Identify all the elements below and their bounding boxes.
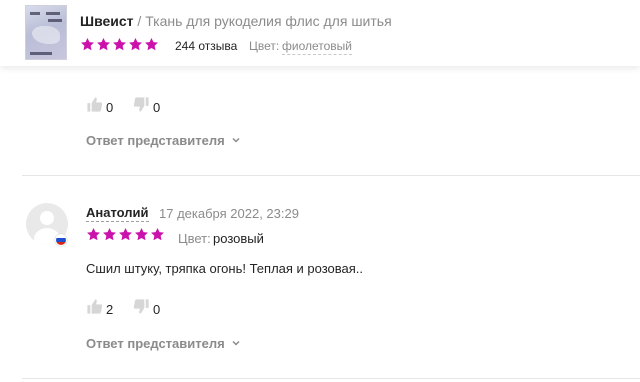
product-header: Швеист / Ткань для рукоделия флис для ши… [0, 0, 640, 66]
representative-reply-toggle[interactable]: Ответ представителя [86, 133, 241, 148]
dislike-count: 0 [153, 99, 161, 115]
thumbs-down-icon [133, 298, 150, 320]
thumbs-up-icon [86, 96, 103, 118]
dislike-button[interactable]: 0 [133, 96, 160, 118]
star-icon [145, 37, 158, 51]
star-icon [97, 37, 110, 51]
star-icon [151, 227, 164, 241]
like-button[interactable]: 2 [86, 298, 113, 320]
thumbs-up-icon [86, 298, 103, 320]
product-color-value[interactable]: фиолетовый [282, 39, 353, 55]
review-color-value: розовый [213, 231, 264, 246]
like-count: 0 [106, 99, 114, 115]
reply-toggle-label: Ответ представителя [86, 133, 225, 148]
thumbs-down-icon [133, 96, 150, 118]
review-author[interactable]: Анатолий [86, 205, 149, 222]
representative-reply-toggle[interactable]: Ответ представителя [86, 336, 241, 351]
star-icon [87, 227, 100, 241]
product-title: Ткань для рукоделия флис для шитья [145, 13, 392, 29]
like-button[interactable]: 0 [86, 96, 113, 118]
chevron-down-icon [231, 133, 241, 148]
star-icon [119, 227, 132, 241]
reply-toggle-label: Ответ представителя [86, 336, 225, 351]
review-date: 17 декабря 2022, 23:29 [159, 206, 299, 221]
like-count: 2 [106, 301, 114, 317]
star-icon [113, 37, 126, 51]
brand-name[interactable]: Швеист [80, 13, 134, 29]
star-icon [129, 37, 142, 51]
russia-flag-icon [55, 234, 67, 246]
star-icon [103, 227, 116, 241]
product-rating-stars [80, 37, 159, 52]
review-divider [22, 175, 640, 176]
product-color-label: Цвет: [249, 39, 280, 53]
star-icon [81, 37, 94, 51]
reviews-count[interactable]: 244 отзыва [175, 39, 237, 53]
product-title-line: Швеист / Ткань для рукоделия флис для ши… [80, 13, 392, 29]
dislike-button[interactable]: 0 [133, 298, 160, 320]
chevron-down-icon [231, 336, 241, 351]
product-thumbnail[interactable] [25, 5, 67, 60]
dislike-count: 0 [153, 301, 161, 317]
review-rating-stars [86, 227, 165, 242]
review-text: Сшил штуку, тряпка огонь! Теплая и розов… [86, 261, 364, 276]
title-separator: / [137, 13, 142, 29]
review-divider [22, 378, 640, 379]
review-color-label: Цвет: [178, 231, 211, 246]
star-icon [135, 227, 148, 241]
